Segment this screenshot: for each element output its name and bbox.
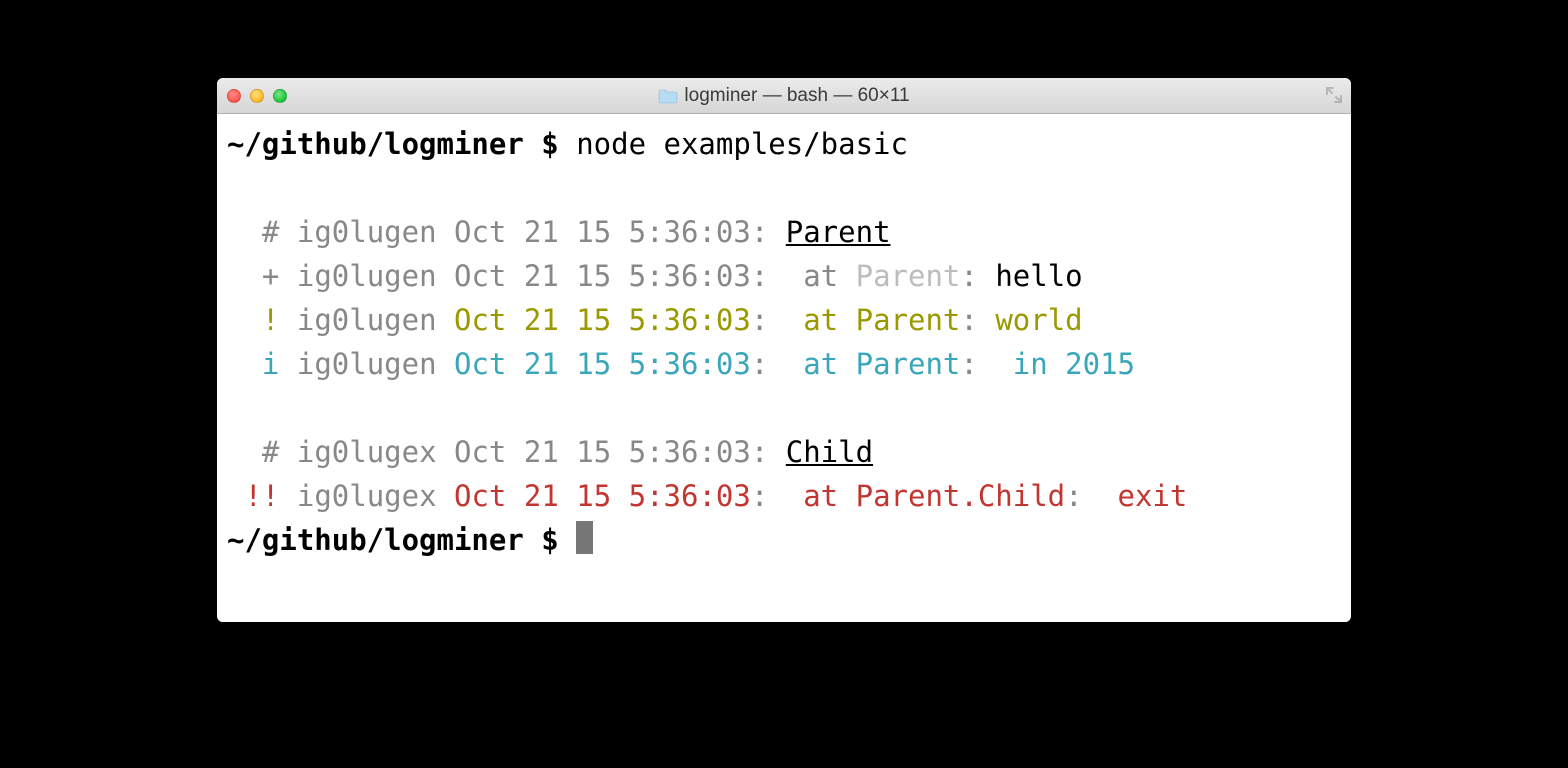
log-label-parent: Parent xyxy=(786,215,891,249)
window-title: logminer — bash — 60×11 xyxy=(217,85,1351,107)
cursor xyxy=(576,521,593,554)
command-text: node examples/basic xyxy=(576,127,908,161)
log-line-4: i ig0lugen Oct 21 15 5:36:03: at Parent:… xyxy=(227,347,1135,381)
log-line-6: !! ig0lugex Oct 21 15 5:36:03: at Parent… xyxy=(227,479,1187,513)
folder-icon xyxy=(658,88,678,103)
zoom-icon[interactable] xyxy=(273,89,287,103)
titlebar[interactable]: logminer — bash — 60×11 xyxy=(217,78,1351,114)
log-line-3: ! ig0lugen Oct 21 15 5:36:03: at Parent:… xyxy=(227,303,1083,337)
prompt-line-1: ~/github/logminer $ node examples/basic xyxy=(227,127,908,161)
prompt-path: ~/github/logminer xyxy=(227,523,524,557)
close-icon[interactable] xyxy=(227,89,241,103)
terminal-body[interactable]: ~/github/logminer $ node examples/basic … xyxy=(217,114,1351,622)
log-line-2: + ig0lugen Oct 21 15 5:36:03: at Parent:… xyxy=(227,259,1083,293)
prompt-symbol: $ xyxy=(541,523,558,557)
log-line-5: # ig0lugex Oct 21 15 5:36:03: Child xyxy=(227,435,873,469)
terminal-window: logminer — bash — 60×11 ~/github/logmine… xyxy=(217,78,1351,622)
traffic-lights xyxy=(227,89,287,103)
prompt-path: ~/github/logminer xyxy=(227,127,524,161)
fullscreen-icon[interactable] xyxy=(1325,86,1343,104)
log-line-1: # ig0lugen Oct 21 15 5:36:03: Parent xyxy=(227,215,891,249)
prompt-line-2: ~/github/logminer $ xyxy=(227,523,593,557)
log-label-child: Child xyxy=(786,435,873,469)
window-title-text: logminer — bash — 60×11 xyxy=(684,85,909,107)
minimize-icon[interactable] xyxy=(250,89,264,103)
prompt-symbol: $ xyxy=(541,127,558,161)
